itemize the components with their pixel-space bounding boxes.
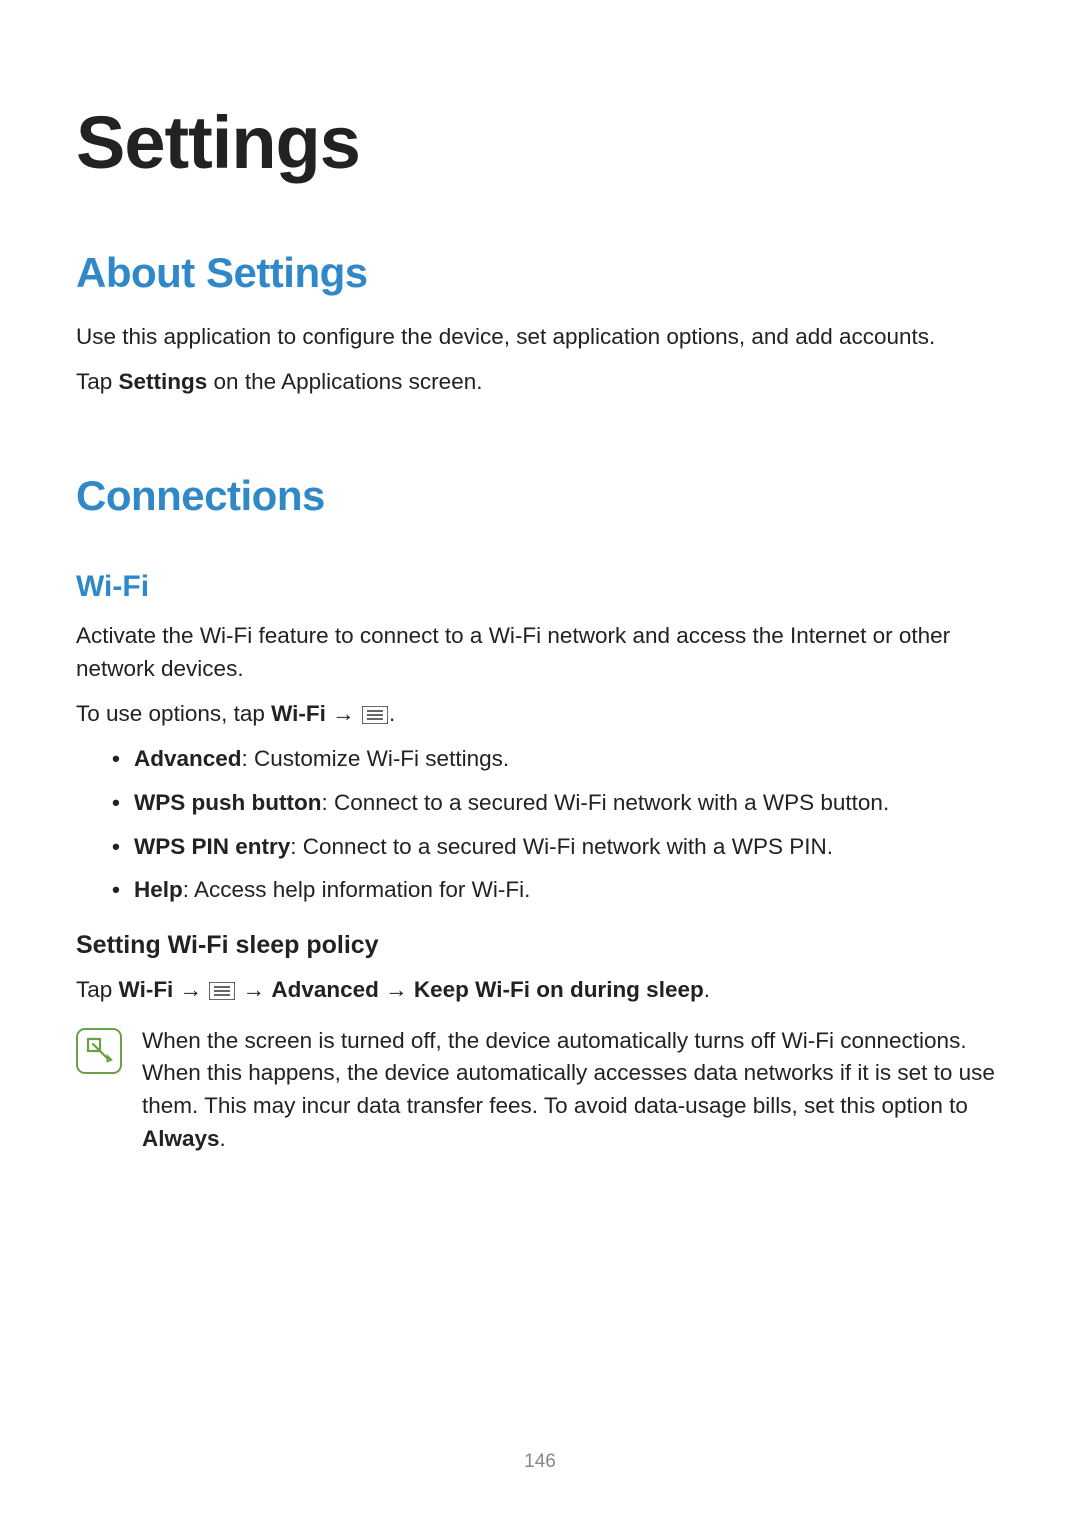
about-text-2: Tap Settings on the Applications screen. <box>76 366 1004 399</box>
wifi-sleep-path: Tap Wi-Fi → → Advanced → Keep Wi-Fi on d… <box>76 974 1004 1007</box>
menu-icon <box>209 982 235 1000</box>
connections-heading: Connections <box>76 472 1004 520</box>
wifi-heading: Wi-Fi <box>76 570 1004 604</box>
page-title: Settings <box>76 100 1004 185</box>
wifi-sleep-note-text: When the screen is turned off, the devic… <box>142 1025 1004 1156</box>
about-text-1: Use this application to configure the de… <box>76 321 1004 354</box>
wifi-intro: Activate the Wi-Fi feature to connect to… <box>76 620 1004 685</box>
list-item: WPS push button: Connect to a secured Wi… <box>112 786 1004 820</box>
note-icon <box>76 1028 122 1074</box>
about-settings-heading: About Settings <box>76 249 1004 297</box>
list-item: WPS PIN entry: Connect to a secured Wi-F… <box>112 830 1004 864</box>
settings-app-name: Settings <box>119 369 208 394</box>
wifi-options-list: Advanced: Customize Wi-Fi settings. WPS … <box>76 742 1004 907</box>
list-item: Advanced: Customize Wi-Fi settings. <box>112 742 1004 776</box>
wifi-options-instruction: To use options, tap Wi-Fi → . <box>76 698 1004 731</box>
wifi-sleep-title: Setting Wi-Fi sleep policy <box>76 931 1004 960</box>
page-number: 146 <box>0 1451 1080 1473</box>
wifi-sleep-note: When the screen is turned off, the devic… <box>76 1025 1004 1156</box>
list-item: Help: Access help information for Wi-Fi. <box>112 873 1004 907</box>
menu-icon <box>362 706 388 724</box>
